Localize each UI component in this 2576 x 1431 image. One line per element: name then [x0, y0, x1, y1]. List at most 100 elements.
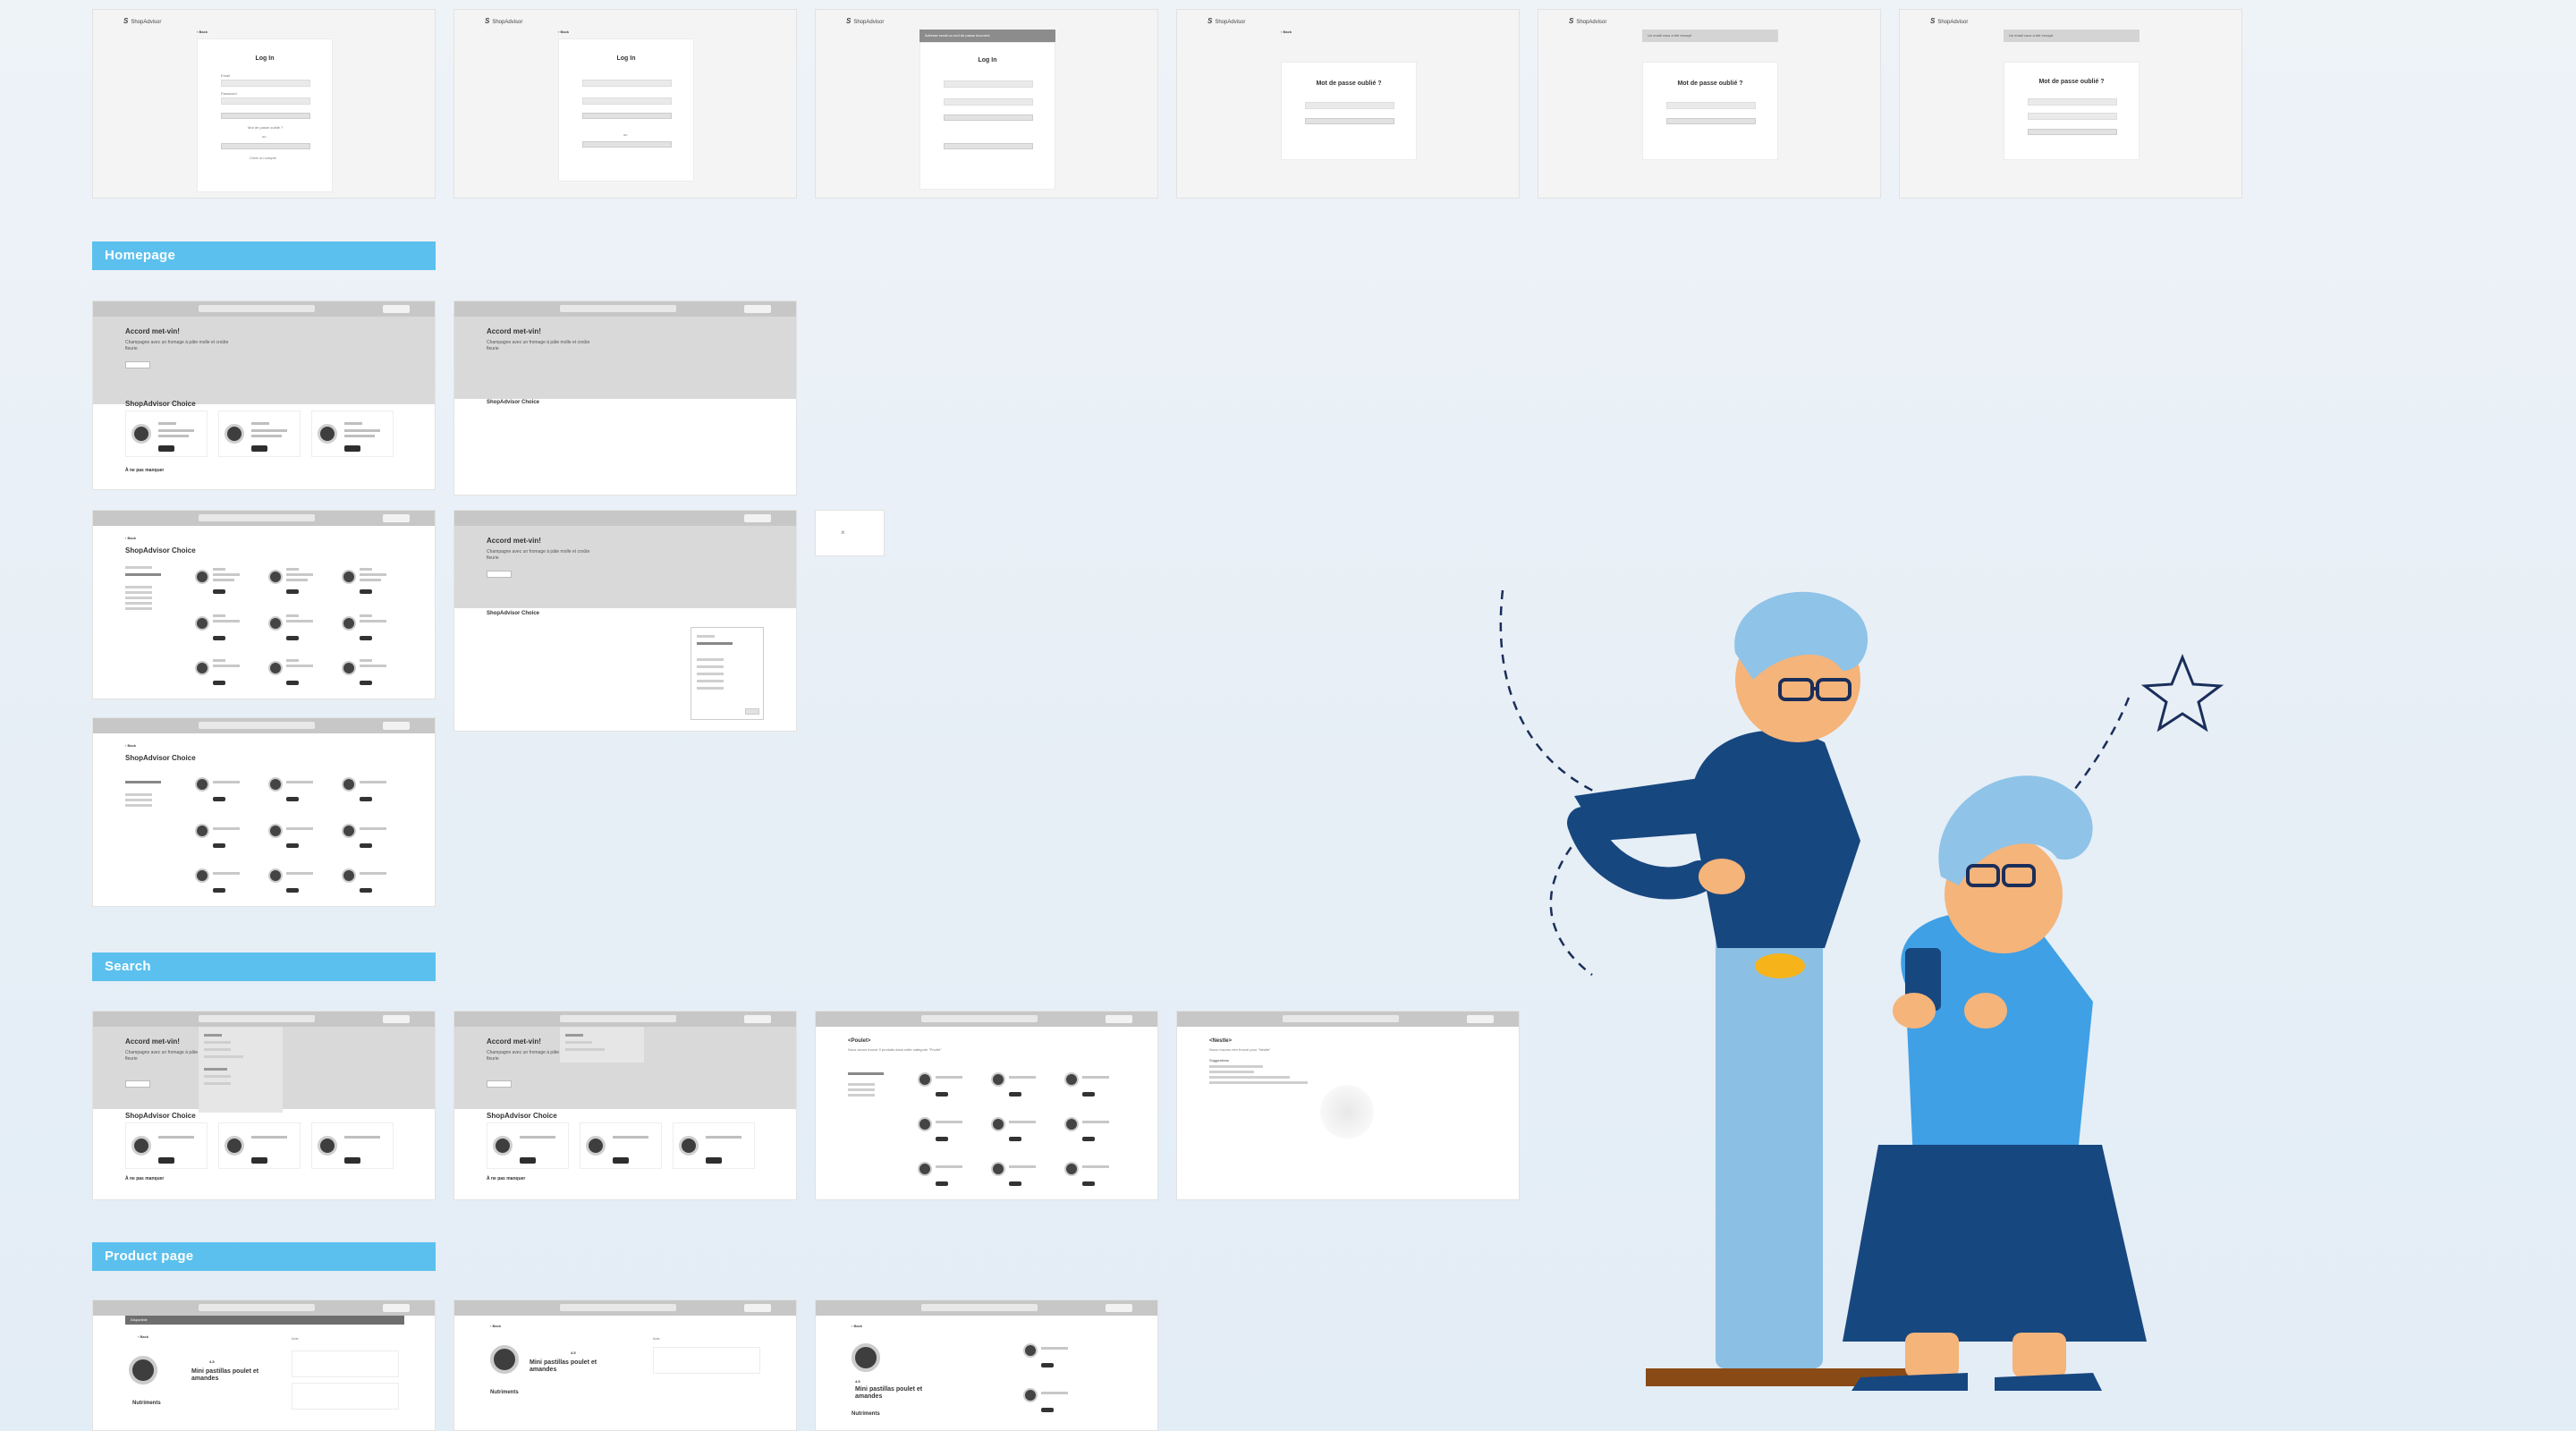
- password-field[interactable]: [944, 98, 1033, 106]
- back-link[interactable]: ‹ Back: [852, 1324, 862, 1328]
- search-input[interactable]: [199, 1304, 315, 1311]
- create-link[interactable]: Créer un compte: [250, 156, 276, 160]
- login-button[interactable]: [383, 305, 410, 313]
- search-input[interactable]: [199, 722, 315, 729]
- product-card[interactable]: [989, 1155, 1048, 1194]
- search-input[interactable]: [921, 1015, 1038, 1022]
- email-field[interactable]: [944, 80, 1033, 88]
- product-card[interactable]: [311, 1122, 394, 1169]
- product-card[interactable]: [340, 609, 399, 648]
- email-field[interactable]: [1305, 102, 1394, 109]
- product-card[interactable]: [267, 654, 326, 693]
- search-input[interactable]: [560, 1015, 676, 1022]
- product-card[interactable]: [916, 1065, 975, 1105]
- product-card[interactable]: [340, 861, 399, 901]
- product-card[interactable]: [340, 817, 399, 856]
- password-field[interactable]: [2028, 113, 2117, 120]
- send-button[interactable]: [1666, 118, 1756, 124]
- login-button[interactable]: [383, 1304, 410, 1312]
- back-link[interactable]: ‹ Back: [138, 1334, 148, 1339]
- email-field[interactable]: [582, 80, 672, 87]
- product-card[interactable]: [193, 817, 252, 856]
- back-link[interactable]: ‹ Back: [1281, 30, 1292, 34]
- product-card[interactable]: [1063, 1110, 1122, 1149]
- product-card[interactable]: [916, 1110, 975, 1149]
- search-input[interactable]: [560, 305, 676, 312]
- product-card[interactable]: [580, 1122, 662, 1169]
- product-card[interactable]: [267, 609, 326, 648]
- product-card[interactable]: [267, 770, 326, 809]
- search-input[interactable]: [199, 1015, 315, 1022]
- product-card[interactable]: [673, 1122, 755, 1169]
- product-card[interactable]: [340, 770, 399, 809]
- send-button[interactable]: [1305, 118, 1394, 124]
- login-button[interactable]: [944, 114, 1033, 121]
- back-link[interactable]: ‹ Back: [558, 30, 569, 34]
- password-field[interactable]: [582, 97, 672, 105]
- login-button[interactable]: [1106, 1015, 1132, 1023]
- hero-button[interactable]: [125, 1080, 150, 1088]
- create-account-button[interactable]: [944, 143, 1033, 149]
- login-button[interactable]: [744, 305, 771, 313]
- forgot-link[interactable]: Mot de passe oublié ?: [248, 125, 283, 130]
- close-icon[interactable]: ×: [841, 529, 845, 537]
- product-card[interactable]: [311, 411, 394, 457]
- product-card[interactable]: [218, 1122, 301, 1169]
- back-link[interactable]: ‹ Back: [197, 30, 208, 34]
- login-button[interactable]: [744, 1304, 771, 1312]
- password-field[interactable]: [221, 97, 310, 105]
- login-button[interactable]: [744, 514, 771, 522]
- product-card[interactable]: [267, 817, 326, 856]
- product-card[interactable]: [916, 1155, 975, 1194]
- email-field[interactable]: [2028, 98, 2117, 106]
- login-button[interactable]: [383, 514, 410, 522]
- product-card[interactable]: [1063, 1155, 1122, 1194]
- product-card[interactable]: [193, 654, 252, 693]
- email-field[interactable]: [1666, 102, 1756, 109]
- login-button[interactable]: [383, 722, 410, 730]
- product-card[interactable]: [193, 609, 252, 648]
- search-input[interactable]: [1283, 1015, 1399, 1022]
- search-suggestions[interactable]: [199, 1027, 283, 1113]
- back-link[interactable]: ‹ Back: [125, 536, 136, 540]
- product-card[interactable]: [989, 1110, 1048, 1149]
- hero-button[interactable]: [487, 1080, 512, 1088]
- search-input[interactable]: [199, 514, 315, 521]
- apply-button[interactable]: [745, 708, 759, 715]
- email-field[interactable]: [221, 80, 310, 87]
- create-account-button[interactable]: [221, 143, 310, 149]
- login-button[interactable]: [383, 1015, 410, 1023]
- login-button[interactable]: [1106, 1304, 1132, 1312]
- product-card[interactable]: [1021, 1336, 1080, 1376]
- product-card[interactable]: [267, 563, 326, 602]
- search-input[interactable]: [921, 1304, 1038, 1311]
- product-card[interactable]: [267, 861, 326, 901]
- search-input[interactable]: [560, 1304, 676, 1311]
- product-card[interactable]: [193, 861, 252, 901]
- product-card[interactable]: [340, 654, 399, 693]
- product-card[interactable]: [1021, 1381, 1080, 1420]
- product-card[interactable]: [1063, 1065, 1122, 1105]
- hero-button[interactable]: [125, 361, 150, 368]
- create-account-button[interactable]: [582, 141, 672, 148]
- login-button[interactable]: [582, 113, 672, 119]
- product-card[interactable]: [193, 770, 252, 809]
- product-card[interactable]: [125, 1122, 208, 1169]
- send-button[interactable]: [2028, 129, 2117, 135]
- login-button[interactable]: [744, 1015, 771, 1023]
- product-card[interactable]: [193, 563, 252, 602]
- search-input[interactable]: [199, 305, 315, 312]
- back-link[interactable]: ‹ Back: [125, 743, 136, 748]
- login-button[interactable]: [221, 113, 310, 119]
- reviews-tab[interactable]: Avis: [653, 1336, 659, 1341]
- back-link[interactable]: ‹ Back: [490, 1324, 501, 1328]
- filter-dropdown[interactable]: [691, 627, 764, 720]
- product-card[interactable]: [125, 411, 208, 457]
- product-card[interactable]: [218, 411, 301, 457]
- reviews-tab[interactable]: Avis: [292, 1336, 298, 1341]
- search-suggestions[interactable]: [560, 1027, 644, 1063]
- hero-button[interactable]: [487, 571, 512, 578]
- product-card[interactable]: [487, 1122, 569, 1169]
- product-card[interactable]: [989, 1065, 1048, 1105]
- product-card[interactable]: [340, 563, 399, 602]
